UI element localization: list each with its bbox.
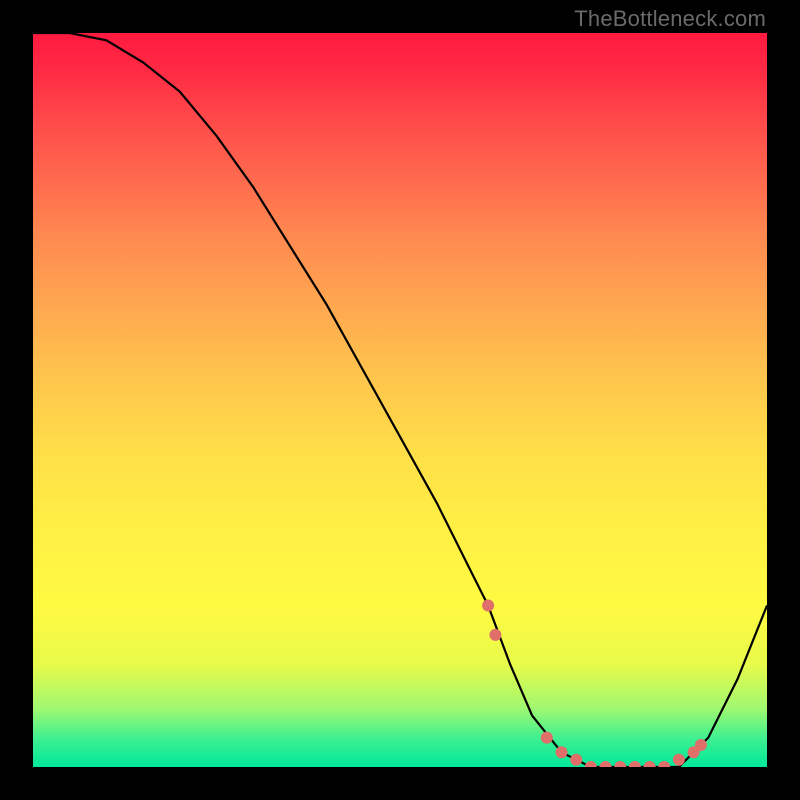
chart-container: TheBottleneck.com [0, 0, 800, 800]
data-marker [489, 629, 501, 641]
data-marker [658, 761, 670, 767]
data-marker [585, 761, 597, 767]
data-marker [673, 754, 685, 766]
data-marker [541, 732, 553, 744]
data-markers [482, 600, 707, 768]
plot-area [33, 33, 767, 767]
bottleneck-curve [33, 33, 767, 767]
data-marker [629, 761, 641, 767]
watermark-text: TheBottleneck.com [574, 6, 766, 32]
data-marker [570, 754, 582, 766]
data-marker [644, 761, 656, 767]
data-marker [600, 761, 612, 767]
data-marker [482, 600, 494, 612]
data-marker [688, 746, 700, 758]
data-marker [556, 746, 568, 758]
data-marker [614, 761, 626, 767]
chart-svg [33, 33, 767, 767]
data-marker [695, 739, 707, 751]
